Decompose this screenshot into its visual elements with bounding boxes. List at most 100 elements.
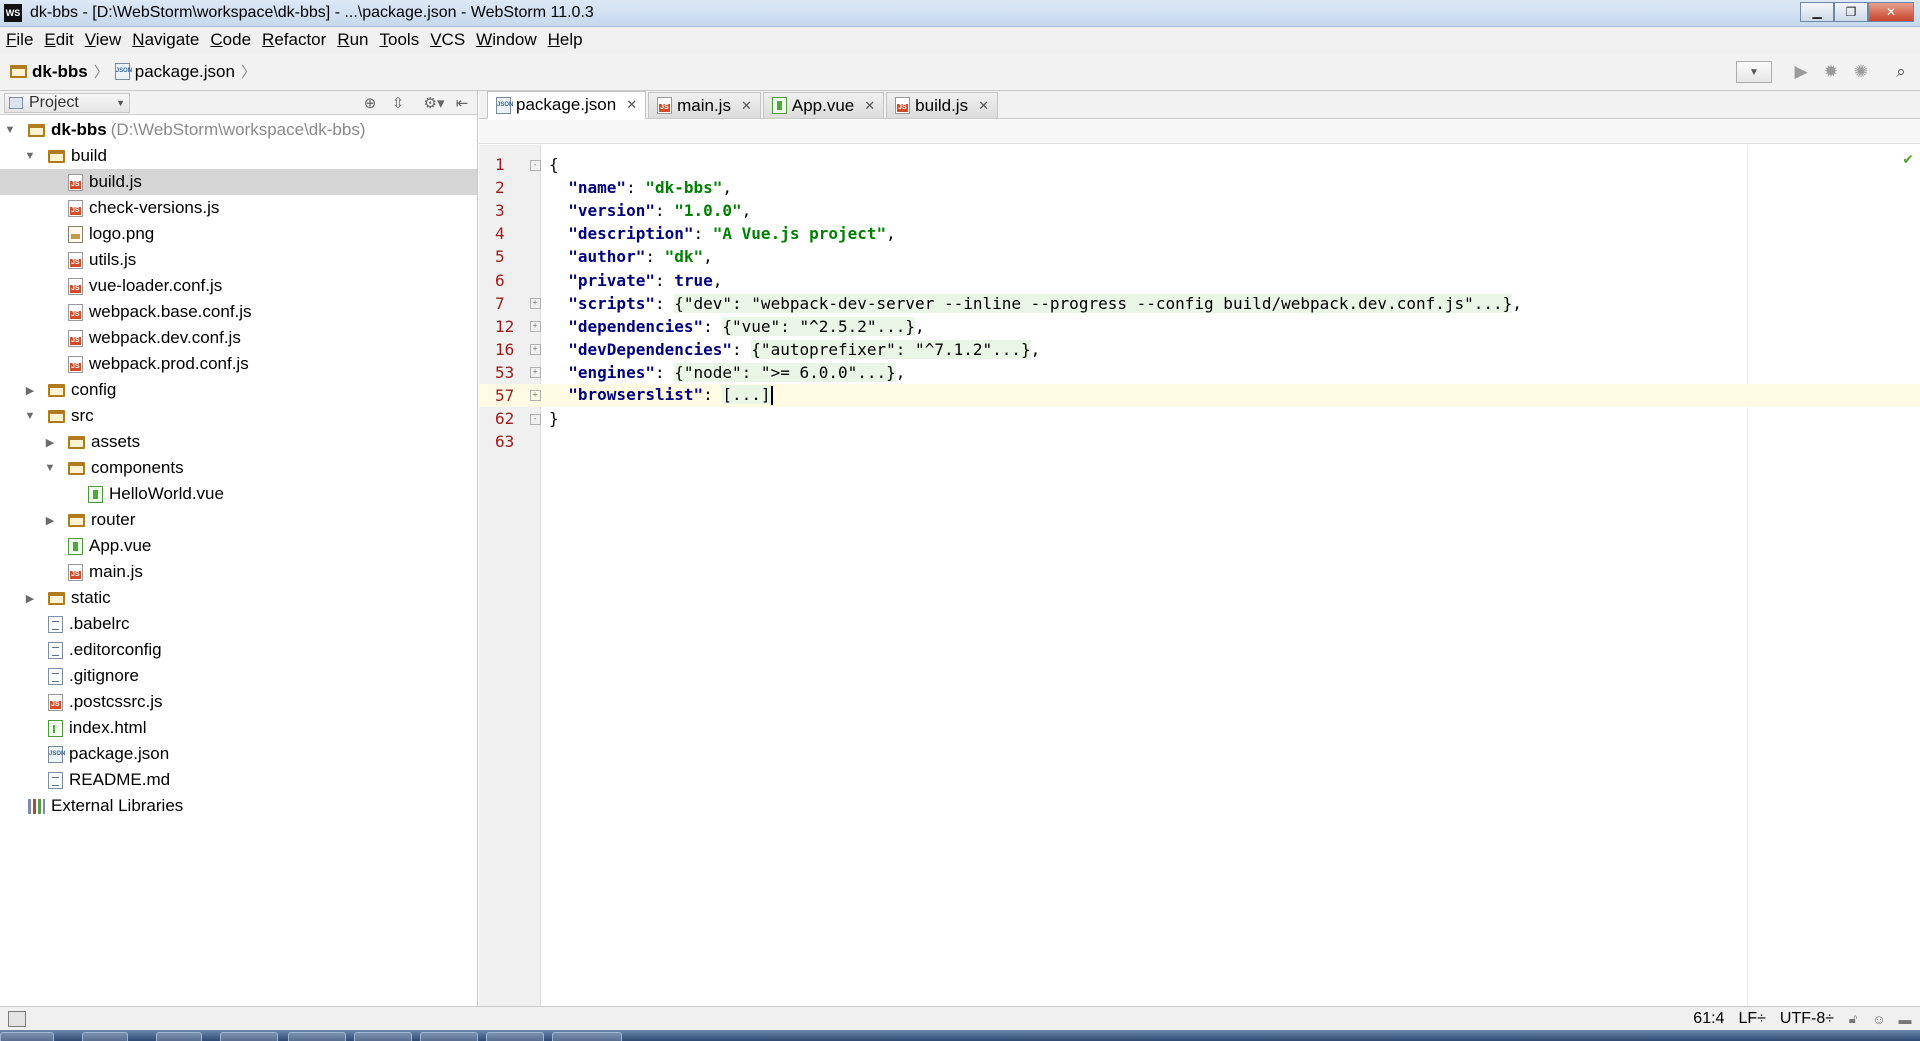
editor-tab[interactable]: build.js ✕ — [886, 92, 998, 118]
menu-window[interactable]: Window — [476, 30, 536, 50]
taskbar-app[interactable] — [288, 1032, 346, 1041]
tree-folder-item[interactable]: ▼ src — [0, 403, 477, 429]
scroll-from-source-button[interactable]: ⊕ — [359, 93, 381, 113]
code-editor[interactable]: 1{2 "name": "dk-bbs",3 "version": "1.0.0… — [479, 153, 1920, 453]
tree-file-item[interactable]: ▶index.html — [0, 715, 477, 741]
hector-icon[interactable]: ☺ — [1872, 1012, 1886, 1027]
taskbar-app[interactable] — [420, 1032, 478, 1041]
breadcrumb-project[interactable]: dk-bbs 〉 — [10, 61, 109, 82]
debug-button[interactable]: ✹ — [1820, 61, 1842, 83]
code-line[interactable]: 1{ — [479, 153, 1920, 176]
taskbar-app[interactable] — [156, 1032, 202, 1041]
close-tab-icon[interactable]: ✕ — [741, 98, 752, 114]
code-line[interactable]: 16 "devDependencies": {"autoprefixer": "… — [479, 338, 1920, 361]
tree-file-item[interactable]: ▶.gitignore — [0, 663, 477, 689]
tool-windows-toggle-icon[interactable] — [8, 1010, 26, 1027]
menu-help[interactable]: Help — [548, 30, 583, 50]
tree-file-item[interactable]: ▶utils.js — [0, 247, 477, 273]
chevron-right-icon[interactable]: ▶ — [44, 436, 56, 449]
settings-button[interactable]: ⚙▾ — [423, 93, 445, 113]
collapse-fold-icon[interactable] — [527, 159, 543, 171]
line-separator[interactable]: LF÷ — [1738, 1010, 1765, 1028]
taskbar-app[interactable] — [220, 1032, 278, 1041]
tree-folder-item[interactable]: ▼ components — [0, 455, 477, 481]
maximize-button[interactable]: ❐ — [1834, 2, 1868, 22]
tree-folder-item[interactable]: ▶ static — [0, 585, 477, 611]
tree-file-item[interactable]: ▶main.js — [0, 559, 477, 585]
chevron-down-icon[interactable]: ▼ — [24, 410, 36, 422]
collapse-all-button[interactable]: ⇳ — [387, 93, 409, 113]
tree-folder-item[interactable]: ▶ config — [0, 377, 477, 403]
breadcrumb-file[interactable]: JSON package.json 〉 — [114, 61, 256, 82]
tree-file-item[interactable]: ▶JSONpackage.json — [0, 741, 477, 767]
lock-icon[interactable]: 🔓︎ — [1846, 1011, 1860, 1026]
tree-file-item[interactable]: ▶build.js — [0, 169, 477, 195]
close-tab-icon[interactable]: ✕ — [978, 98, 989, 114]
menu-refactor[interactable]: Refactor — [262, 30, 326, 50]
taskbar-app[interactable] — [354, 1032, 412, 1041]
code-line[interactable]: 63 — [479, 430, 1920, 453]
tree-file-item[interactable]: ▶webpack.base.conf.js — [0, 299, 477, 325]
code-line[interactable]: 4 "description": "A Vue.js project", — [479, 222, 1920, 245]
tree-file-item[interactable]: ▶App.vue — [0, 533, 477, 559]
tree-file-item[interactable]: ▶External Libraries — [0, 793, 477, 819]
expand-fold-icon[interactable] — [527, 389, 543, 401]
start-button[interactable] — [0, 1032, 54, 1041]
menu-navigate[interactable]: Navigate — [132, 30, 199, 50]
menu-tools[interactable]: Tools — [380, 30, 420, 50]
run-configuration-dropdown[interactable]: ▼ — [1736, 61, 1772, 83]
tree-file-item[interactable]: ▶vue-loader.conf.js — [0, 273, 477, 299]
collapse-fold-icon[interactable] — [527, 413, 543, 425]
menu-edit[interactable]: Edit — [44, 30, 73, 50]
event-log-icon[interactable]: ▬ — [1898, 1012, 1912, 1027]
taskbar-app[interactable] — [82, 1032, 128, 1041]
menu-vcs[interactable]: VCS — [430, 30, 465, 50]
coverage-button[interactable]: ✺ — [1850, 61, 1872, 83]
expand-fold-icon[interactable] — [527, 320, 543, 332]
chevron-right-icon[interactable]: ▶ — [44, 514, 56, 527]
tree-file-item[interactable]: ▶README.md — [0, 767, 477, 793]
tree-folder-item[interactable]: ▼ dk-bbs (D:\WebStorm\workspace\dk-bbs) — [0, 117, 477, 143]
close-button[interactable]: ✕ — [1868, 2, 1914, 22]
chevron-down-icon[interactable]: ▼ — [4, 124, 16, 136]
tree-file-item[interactable]: ▶webpack.prod.conf.js — [0, 351, 477, 377]
code-line[interactable]: 57 "browserslist": [...] — [479, 383, 1920, 408]
code-line[interactable]: 53 "engines": {"node": ">= 6.0.0"...}, — [479, 361, 1920, 384]
code-line[interactable]: 2 "name": "dk-bbs", — [479, 176, 1920, 199]
chevron-down-icon[interactable]: ▼ — [24, 150, 36, 162]
tree-folder-item[interactable]: ▶ router — [0, 507, 477, 533]
close-tab-icon[interactable]: ✕ — [864, 98, 875, 114]
hide-panel-button[interactable]: ⇤ — [451, 93, 473, 113]
menu-code[interactable]: Code — [210, 30, 251, 50]
expand-fold-icon[interactable] — [527, 343, 543, 355]
project-view-selector[interactable]: Project ▼ — [4, 92, 130, 113]
close-tab-icon[interactable]: ✕ — [626, 97, 637, 113]
chevron-right-icon[interactable]: ▶ — [24, 592, 36, 605]
chevron-right-icon[interactable]: ▶ — [24, 384, 36, 397]
tree-file-item[interactable]: ▶HelloWorld.vue — [0, 481, 477, 507]
tree-folder-item[interactable]: ▶ assets — [0, 429, 477, 455]
taskbar-app[interactable] — [486, 1032, 544, 1041]
editor-tab[interactable]: App.vue ✕ — [762, 92, 885, 118]
minimize-button[interactable]: ▁ — [1800, 2, 1834, 22]
caret-position[interactable]: 61:4 — [1693, 1010, 1724, 1028]
tree-folder-item[interactable]: ▼ build — [0, 143, 477, 169]
menu-run[interactable]: Run — [337, 30, 368, 50]
tree-file-item[interactable]: ▶webpack.dev.conf.js — [0, 325, 477, 351]
tree-file-item[interactable]: ▶.postcssrc.js — [0, 689, 477, 715]
code-line[interactable]: 12 "dependencies": {"vue": "^2.5.2"...}, — [479, 315, 1920, 338]
menu-view[interactable]: View — [85, 30, 122, 50]
code-line[interactable]: 6 "private": true, — [479, 268, 1920, 291]
expand-fold-icon[interactable] — [527, 366, 543, 378]
taskbar-app[interactable] — [552, 1032, 622, 1041]
chevron-down-icon[interactable]: ▼ — [44, 462, 56, 474]
run-button[interactable]: ▶ — [1790, 61, 1812, 83]
code-line[interactable]: 5 "author": "dk", — [479, 245, 1920, 268]
tree-file-item[interactable]: ▶check-versions.js — [0, 195, 477, 221]
editor-tab[interactable]: main.js ✕ — [648, 92, 761, 118]
code-line[interactable]: 3 "version": "1.0.0", — [479, 199, 1920, 222]
code-line[interactable]: 7 "scripts": {"dev": "webpack-dev-server… — [479, 292, 1920, 315]
expand-fold-icon[interactable] — [527, 297, 543, 309]
code-line[interactable]: 62} — [479, 407, 1920, 430]
editor-tab[interactable]: JSON package.json ✕ — [487, 91, 647, 119]
